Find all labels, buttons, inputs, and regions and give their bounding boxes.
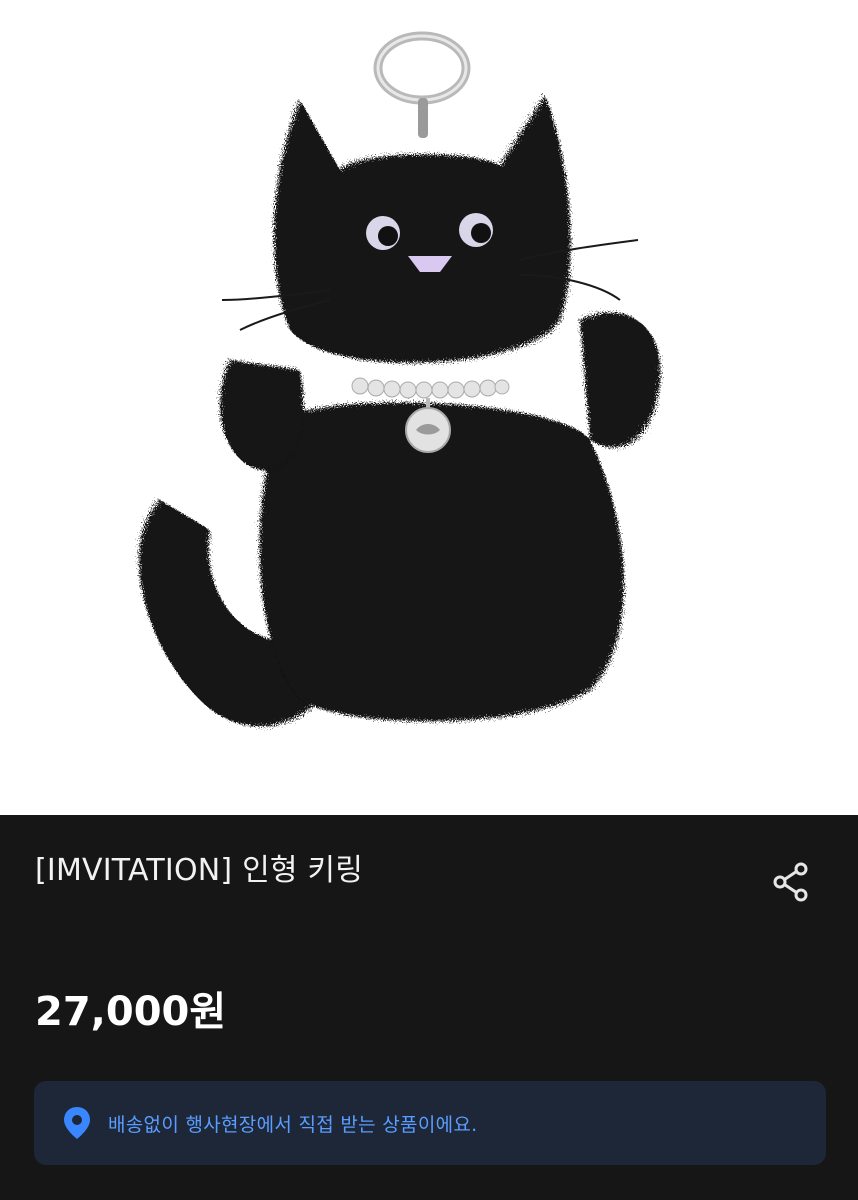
cat-plush bbox=[139, 95, 661, 727]
product-info: [IMVITATION] 인형 키링 27,000원 배송없이 행사현장에서 직… bbox=[0, 815, 858, 1200]
share-button[interactable] bbox=[768, 859, 814, 905]
product-price: 27,000원 bbox=[35, 989, 227, 1035]
location-pin-icon bbox=[64, 1107, 90, 1139]
pearl-collar bbox=[351, 377, 510, 399]
delivery-notice-text: 배송없이 행사현장에서 직접 받는 상품이에요. bbox=[108, 1113, 478, 1136]
keyring-ring bbox=[373, 31, 471, 138]
share-icon bbox=[773, 862, 808, 902]
product-image[interactable] bbox=[0, 0, 858, 815]
product-title: [IMVITATION] 인형 키링 bbox=[35, 853, 363, 888]
delivery-notice: 배송없이 행사현장에서 직접 받는 상품이에요. bbox=[34, 1081, 826, 1165]
